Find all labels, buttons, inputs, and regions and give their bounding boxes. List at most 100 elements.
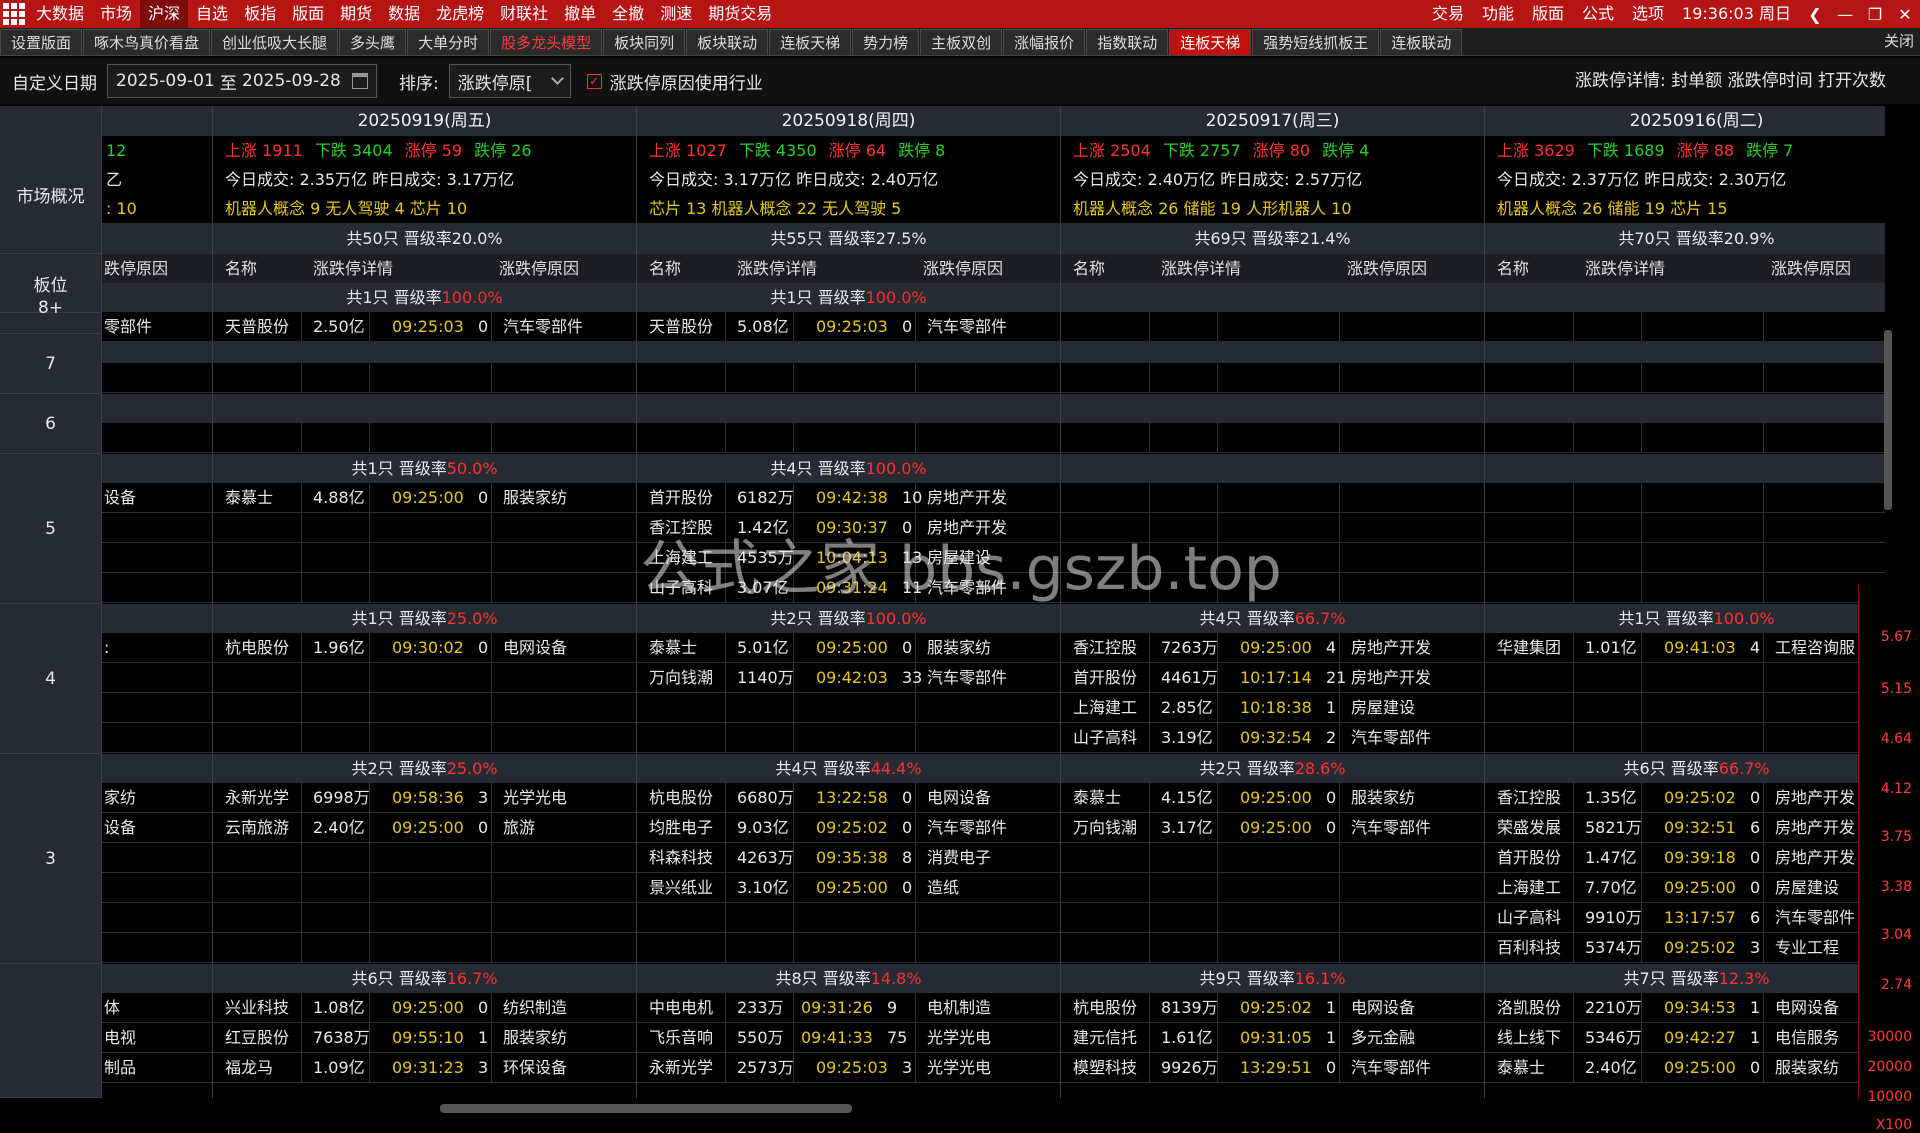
table-row[interactable]: 泰慕士 4.15亿 09:25:00 0 服装家纺 — [1061, 783, 1484, 813]
tab[interactable]: 主板双创 — [920, 29, 1003, 55]
table-row[interactable]: 山子高科 9910万 13:17:57 6 汽车零部件 — [1485, 903, 1885, 933]
menu-item[interactable]: 沪深 — [140, 0, 189, 28]
table-row[interactable] — [1485, 423, 1885, 453]
stock-name[interactable]: 香江控股 — [1073, 633, 1137, 663]
table-row[interactable]: 百利科技 5374万 09:25:02 3 专业工程 — [1485, 933, 1885, 963]
col-header-detail[interactable]: 涨跌停详情 — [1585, 254, 1665, 283]
table-row[interactable]: 家纺 — [102, 783, 212, 813]
table-row[interactable] — [1061, 843, 1484, 873]
table-row[interactable]: 洛凯股份 2210万 09:34:53 1 电网设备 — [1485, 993, 1885, 1023]
table-row[interactable] — [1061, 873, 1484, 903]
vertical-scrollbar[interactable] — [1884, 330, 1892, 510]
table-row[interactable]: 上海建工 4535万 10:04:13 13 房屋建设 — [637, 543, 1060, 573]
table-row[interactable]: 兴业科技 1.08亿 09:25:00 0 纺织制造 — [213, 993, 636, 1023]
table-row[interactable]: 上海建工 7.70亿 09:25:00 0 房屋建设 — [1485, 873, 1885, 903]
tab[interactable]: 设置版面 — [0, 29, 83, 55]
col-header-reason[interactable]: 涨跌停原因 — [1771, 254, 1851, 283]
col-header-reason[interactable]: 涨跌停原因 — [1347, 254, 1427, 283]
table-row[interactable] — [637, 723, 1060, 753]
stock-name[interactable]: 华建集团 — [1497, 633, 1561, 663]
table-row[interactable] — [213, 933, 636, 963]
stock-name[interactable]: 首开股份 — [1073, 663, 1137, 693]
tab[interactable]: 连板联动 — [1380, 29, 1463, 55]
table-row[interactable]: 制品 — [102, 1053, 212, 1083]
stock-name[interactable]: 首开股份 — [1497, 843, 1561, 873]
tab[interactable]: 涨幅报价 — [1003, 29, 1086, 55]
date-range-input[interactable]: 2025-09-01 至 2025-09-28 — [107, 64, 377, 98]
menu-item-right[interactable]: 功能 — [1473, 0, 1523, 28]
table-row[interactable] — [102, 573, 212, 603]
table-row[interactable]: 零部件 — [102, 312, 212, 342]
stock-name[interactable]: 万向钱潮 — [1073, 813, 1137, 843]
stock-name[interactable]: 上海建工 — [1073, 693, 1137, 723]
tab[interactable]: 连板天梯 — [769, 29, 852, 55]
stock-name[interactable]: 天普股份 — [649, 312, 713, 342]
stock-name[interactable]: 泰慕士 — [1497, 1053, 1545, 1083]
table-row[interactable] — [102, 543, 212, 573]
table-row[interactable]: 杭电股份 8139万 09:25:02 1 电网设备 — [1061, 993, 1484, 1023]
table-row[interactable] — [1061, 903, 1484, 933]
stock-name[interactable]: 中电电机 — [649, 993, 713, 1023]
menu-item-right[interactable]: 交易 — [1423, 0, 1473, 28]
table-row[interactable] — [1485, 723, 1885, 753]
app-grid-icon[interactable] — [0, 0, 28, 28]
menu-item[interactable]: 大数据 — [28, 0, 92, 28]
table-row[interactable]: 杭电股份 6680万 13:22:58 0 电网设备 — [637, 783, 1060, 813]
table-row[interactable] — [1061, 513, 1484, 543]
stock-name[interactable]: 红豆股份 — [225, 1023, 289, 1053]
stock-name[interactable]: 杭电股份 — [1073, 993, 1137, 1023]
stock-name[interactable]: 泰慕士 — [649, 633, 697, 663]
table-row[interactable]: 万向钱潮 1140万 09:42:03 33 汽车零部件 — [637, 663, 1060, 693]
table-row[interactable] — [213, 723, 636, 753]
stock-name[interactable]: 百利科技 — [1497, 933, 1561, 963]
menu-item[interactable]: 龙虎榜 — [428, 0, 492, 28]
menu-item-right[interactable]: 版面 — [1523, 0, 1573, 28]
table-row[interactable] — [1485, 663, 1885, 693]
table-row[interactable]: 山子高科 3.07亿 09:31:24 11 汽车零部件 — [637, 573, 1060, 603]
table-row[interactable]: 香江控股 1.35亿 09:25:02 0 房地产开发 — [1485, 783, 1885, 813]
menu-item[interactable]: 版面 — [284, 0, 332, 28]
table-row[interactable]: 上海建工 2.85亿 10:18:38 1 房屋建设 — [1061, 693, 1484, 723]
table-row[interactable] — [637, 363, 1060, 393]
table-row[interactable] — [1485, 312, 1885, 342]
table-row[interactable] — [102, 933, 212, 963]
table-row[interactable]: 首开股份 4461万 10:17:14 21 房地产开发 — [1061, 663, 1484, 693]
tab[interactable]: 创业低吸大长腿 — [211, 29, 339, 55]
table-row[interactable]: 香江控股 7263万 09:25:00 4 房地产开发 — [1061, 633, 1484, 663]
back-icon[interactable]: ❮ — [1800, 5, 1830, 24]
menu-item[interactable]: 期货 — [332, 0, 380, 28]
stock-name[interactable]: 泰慕士 — [1073, 783, 1121, 813]
maximize-icon[interactable]: ❐ — [1860, 5, 1890, 24]
stock-name[interactable]: 云南旅游 — [225, 813, 289, 843]
table-row[interactable] — [1485, 573, 1885, 603]
table-row[interactable]: 首开股份 1.47亿 09:39:18 0 房地产开发 — [1485, 843, 1885, 873]
table-row[interactable] — [1061, 363, 1484, 393]
table-row[interactable] — [637, 423, 1060, 453]
col-header-name[interactable]: 名称 — [1073, 254, 1105, 283]
menu-item[interactable]: 数据 — [380, 0, 428, 28]
col-header-name[interactable]: 名称 — [1497, 254, 1529, 283]
col-header-detail[interactable]: 涨跌停详情 — [1161, 254, 1241, 283]
table-row[interactable] — [1485, 543, 1885, 573]
table-row[interactable] — [637, 933, 1060, 963]
stock-name[interactable]: 均胜电子 — [649, 813, 713, 843]
table-row[interactable]: 泰慕士 4.88亿 09:25:00 0 服装家纺 — [213, 483, 636, 513]
tab[interactable]: 势力榜 — [852, 29, 920, 55]
table-row[interactable]: 设备 — [102, 483, 212, 513]
table-row[interactable]: 山子高科 3.19亿 09:32:54 2 汽车零部件 — [1061, 723, 1484, 753]
table-row[interactable] — [1485, 363, 1885, 393]
table-row[interactable]: 杭电股份 1.96亿 09:30:02 0 电网设备 — [213, 633, 636, 663]
table-row[interactable]: 永新光学 6998万 09:58:36 3 光学光电 — [213, 783, 636, 813]
table-row[interactable] — [102, 903, 212, 933]
col-header-reason[interactable]: 涨跌停原因 — [499, 254, 579, 283]
table-row[interactable] — [1061, 933, 1484, 963]
table-row[interactable]: 科森科技 4263万 09:35:38 8 消费电子 — [637, 843, 1060, 873]
table-row[interactable]: 泰慕士 5.01亿 09:25:00 0 服装家纺 — [637, 633, 1060, 663]
tab[interactable]: 股多龙头模型 — [490, 29, 603, 55]
stock-name[interactable]: 模塑科技 — [1073, 1053, 1137, 1083]
stock-name[interactable]: 永新光学 — [649, 1053, 713, 1083]
table-row[interactable] — [1061, 483, 1484, 513]
sort-select[interactable]: 涨跌停原[ — [448, 64, 571, 98]
table-row[interactable] — [102, 873, 212, 903]
stock-name[interactable]: 兴业科技 — [225, 993, 289, 1023]
